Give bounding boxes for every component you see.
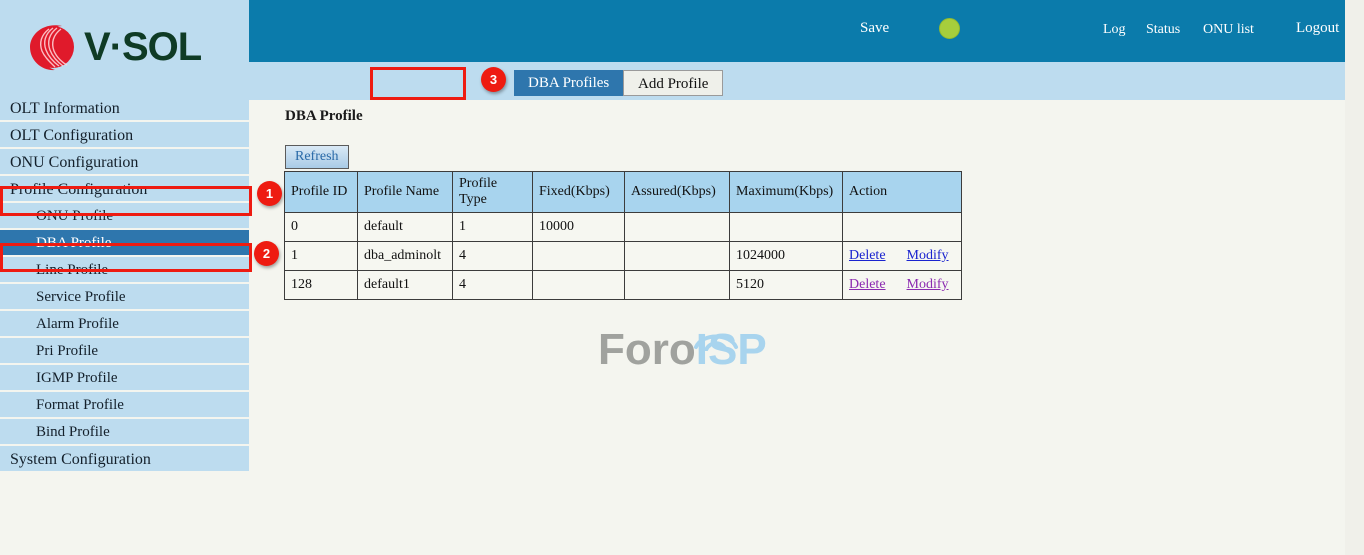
watermark-foro-text: Foro xyxy=(598,325,696,374)
foroisp-watermark: ForoISP xyxy=(598,328,767,372)
sidebar-item-system-configuration[interactable]: System Configuration xyxy=(0,446,249,473)
cell-action: Delete Modify xyxy=(843,242,962,271)
modify-link[interactable]: Modify xyxy=(907,277,949,292)
cell-fixed xyxy=(533,242,625,271)
sidebar-navigation: OLT Information OLT Configuration ONU Co… xyxy=(0,95,249,473)
cell-maximum: 1024000 xyxy=(730,242,843,271)
cell-profile-type: 1 xyxy=(453,213,533,242)
log-link[interactable]: Log xyxy=(1103,22,1126,38)
tab-dba-profiles[interactable]: DBA Profiles xyxy=(514,70,623,96)
table-row: 0 default 1 10000 xyxy=(285,213,962,242)
watermark-wifi-arc-icon xyxy=(690,325,742,351)
cell-profile-name: dba_adminolt xyxy=(358,242,453,271)
column-header-maximum: Maximum(Kbps) xyxy=(730,172,843,213)
table-header-row: Profile ID Profile Name Profile Type Fix… xyxy=(285,172,962,213)
cell-profile-type: 4 xyxy=(453,271,533,300)
sidebar-item-onu-profile[interactable]: ONU Profile xyxy=(0,203,249,230)
annotation-badge-1: 1 xyxy=(257,181,282,206)
column-header-assured: Assured(Kbps) xyxy=(625,172,730,213)
cell-profile-name: default xyxy=(358,213,453,242)
sidebar-item-onu-configuration[interactable]: ONU Configuration xyxy=(0,149,249,176)
column-header-profile-name: Profile Name xyxy=(358,172,453,213)
sidebar-item-dba-profile[interactable]: DBA Profile xyxy=(0,230,249,257)
status-link[interactable]: Status xyxy=(1146,22,1180,38)
table-row: 128 default1 4 5120 Delete Modify xyxy=(285,271,962,300)
annotation-badge-3: 3 xyxy=(481,67,506,92)
refresh-button[interactable]: Refresh xyxy=(285,145,349,169)
cell-action xyxy=(843,213,962,242)
dba-profile-table: Profile ID Profile Name Profile Type Fix… xyxy=(284,171,962,300)
cell-profile-id: 0 xyxy=(285,213,358,242)
sidebar-item-line-profile[interactable]: Line Profile xyxy=(0,257,249,284)
cell-profile-name: default1 xyxy=(358,271,453,300)
cell-action: Delete Modify xyxy=(843,271,962,300)
modify-link[interactable]: Modify xyxy=(907,248,949,263)
tab-strip: DBA Profiles Add Profile xyxy=(249,62,1345,100)
sidebar-item-olt-information[interactable]: OLT Information xyxy=(0,95,249,122)
sidebar-item-profile-configuration[interactable]: Profile Configuration xyxy=(0,176,249,203)
sidebar-item-format-profile[interactable]: Format Profile xyxy=(0,392,249,419)
logo-wordmark: V·SOL xyxy=(84,27,201,67)
sidebar-item-bind-profile[interactable]: Bind Profile xyxy=(0,419,249,446)
cell-maximum xyxy=(730,213,843,242)
table-row: 1 dba_adminolt 4 1024000 Delete Modify xyxy=(285,242,962,271)
tab-add-profile[interactable]: Add Profile xyxy=(623,70,723,96)
watermark-isp-text: ISP xyxy=(696,325,767,374)
column-header-action: Action xyxy=(843,172,962,213)
sidebar-item-pri-profile[interactable]: Pri Profile xyxy=(0,338,249,365)
sidebar-item-service-profile[interactable]: Service Profile xyxy=(0,284,249,311)
vsol-logo: V·SOL xyxy=(22,16,232,78)
logout-link[interactable]: Logout xyxy=(1296,20,1339,37)
cell-profile-id: 1 xyxy=(285,242,358,271)
sidebar-item-alarm-profile[interactable]: Alarm Profile xyxy=(0,311,249,338)
delete-link[interactable]: Delete xyxy=(849,248,886,263)
cell-assured xyxy=(625,242,730,271)
column-header-profile-type: Profile Type xyxy=(453,172,533,213)
content-area: DBA Profile Refresh Profile ID Profile N… xyxy=(249,100,1345,555)
column-header-profile-id: Profile ID xyxy=(285,172,358,213)
right-edge-strip xyxy=(1345,0,1364,555)
cell-assured xyxy=(625,213,730,242)
cell-assured xyxy=(625,271,730,300)
annotation-badge-2: 2 xyxy=(254,241,279,266)
column-header-fixed: Fixed(Kbps) xyxy=(533,172,625,213)
top-header-bar xyxy=(249,0,1345,62)
onu-list-link[interactable]: ONU list xyxy=(1203,22,1254,38)
vsol-swirl-logo-icon xyxy=(22,20,76,74)
page-title: DBA Profile xyxy=(285,108,363,125)
delete-link[interactable]: Delete xyxy=(849,277,886,292)
sidebar-item-igmp-profile[interactable]: IGMP Profile xyxy=(0,365,249,392)
olt-web-management-page: V·SOL Save Log Status ONU list Logout DB… xyxy=(0,0,1364,555)
cell-maximum: 5120 xyxy=(730,271,843,300)
sidebar-item-olt-configuration[interactable]: OLT Configuration xyxy=(0,122,249,149)
cell-profile-id: 128 xyxy=(285,271,358,300)
cell-profile-type: 4 xyxy=(453,242,533,271)
save-button[interactable]: Save xyxy=(860,20,889,37)
connection-status-indicator xyxy=(939,18,960,39)
cell-fixed xyxy=(533,271,625,300)
cell-fixed: 10000 xyxy=(533,213,625,242)
